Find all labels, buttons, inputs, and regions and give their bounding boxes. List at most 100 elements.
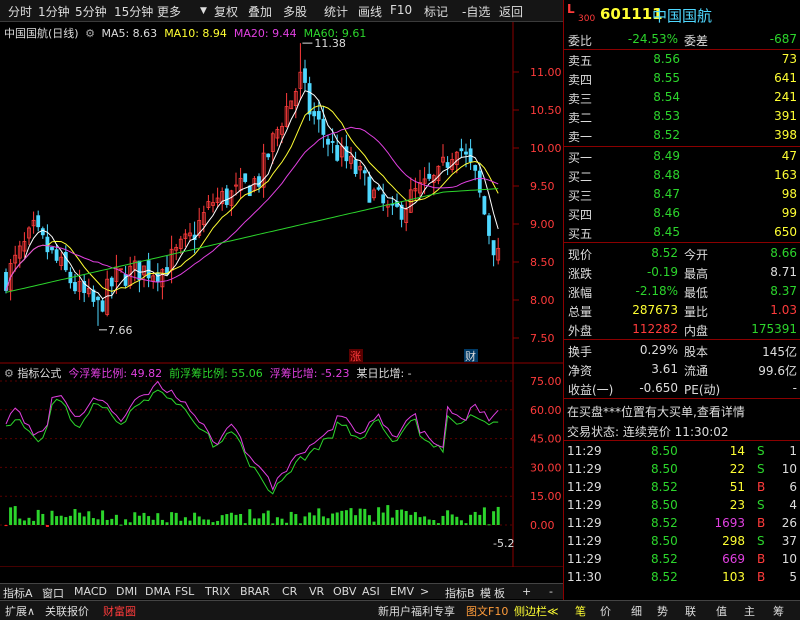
indicator-bar (119, 524, 123, 526)
toolbar-item[interactable]: 标记 (424, 3, 448, 20)
toolbar-item[interactable]: 多股 (283, 3, 307, 20)
toolbar-item[interactable]: F10 (390, 3, 412, 17)
candle-body (473, 165, 478, 171)
panel-tab[interactable]: 细 (631, 603, 642, 619)
extension-tab[interactable]: 财富圈 (103, 603, 136, 619)
tick-count: 1 (789, 444, 797, 458)
sell-level-row: 卖五 8.56 73 (564, 50, 800, 69)
indicator-tab[interactable]: + (522, 585, 531, 598)
indicator-tab[interactable]: DMA (145, 585, 171, 598)
stat-value: 112282 (632, 322, 678, 336)
price-axis-label: 9.50 (530, 180, 555, 193)
toolbar-item[interactable]: 15分钟 (114, 3, 153, 20)
indicator-tab[interactable]: 模 (480, 585, 491, 601)
indicator-bar (55, 516, 59, 525)
stat-label: 涨幅 (568, 286, 593, 300)
chart-area[interactable]: 11.00 10.50 10.00 9.50 9.00 8.50 8.00 7.50 75.00… (0, 22, 563, 567)
indicator-bar (110, 518, 114, 525)
indicator-bar (257, 518, 261, 525)
buy-price: 8.45 (653, 225, 680, 239)
indicator-bar (202, 519, 206, 525)
tick-count: 37 (781, 534, 797, 548)
extension-tab[interactable]: 扩展∧ (5, 603, 35, 619)
toolbar-item[interactable]: 复权 (214, 3, 238, 20)
indicator-tab[interactable]: 窗口 (42, 585, 64, 601)
indicator-tab[interactable]: 指标B (445, 585, 475, 601)
stock-header: L 300 601111 中国国航 (563, 0, 800, 30)
indicator-tab[interactable]: OBV (333, 585, 356, 598)
sidebar-toggle[interactable]: 侧边栏≪ (514, 603, 559, 619)
toolbar-item[interactable]: 叠加 (248, 3, 272, 20)
indicator-bar (308, 512, 312, 525)
panel-tab[interactable]: 值 (716, 603, 727, 619)
tick-side: S (757, 498, 765, 512)
indicator-tab[interactable]: DMI (116, 585, 137, 598)
promo-link[interactable]: 新用户福利专享 (378, 603, 455, 619)
indicator-axis-label: 60.00 (530, 404, 562, 417)
indicator-bar (487, 524, 491, 526)
indicator-bar (252, 518, 256, 525)
candle-body (367, 176, 372, 203)
indicator-bar (211, 522, 215, 525)
quote-stat-row: 外盘 112282 内盘 175391 (564, 320, 800, 339)
panel-tab[interactable]: 价 (600, 603, 611, 619)
candle-body (100, 300, 105, 312)
chart-legend: 中国国航(日线) ⚙ MA5: 8.63 MA10: 8.94 MA20: 9.… (4, 25, 366, 41)
toolbar-item[interactable]: 画线 (358, 3, 382, 20)
stat-value: - (792, 381, 797, 395)
indicator-bar (298, 523, 302, 525)
indicator-tab[interactable]: - (549, 585, 553, 598)
extension-tab[interactable]: 关联报价 (45, 603, 89, 619)
indicator-tab[interactable]: ASI (362, 585, 380, 598)
tick-volume: 669 (722, 552, 745, 566)
panel-tab[interactable]: 笔 (575, 603, 586, 619)
toolbar-item[interactable]: 分时 (8, 3, 32, 20)
sell-volume: 391 (774, 109, 797, 123)
tick-row: 11:29 8.50 14 S 1 (564, 442, 800, 461)
indicator-bar (133, 512, 137, 525)
toolbar-item[interactable]: 统计 (324, 3, 348, 20)
tick-volume: 14 (729, 444, 745, 458)
indicator-tab[interactable]: FSL (175, 585, 194, 598)
dropdown-icon[interactable]: ▼ (200, 6, 207, 16)
tick-count: 10 (781, 462, 797, 476)
indicator-bar (432, 520, 436, 525)
indicator-name[interactable]: 指标公式 (17, 367, 61, 380)
notice-row[interactable]: 在买盘***位置有大买单,查看详情 (564, 401, 800, 420)
divider (564, 339, 800, 340)
indicator-tab[interactable]: VR (309, 585, 324, 598)
indicator-tab[interactable]: CR (282, 585, 297, 598)
settings-icon[interactable]: ⚙ (85, 27, 95, 40)
buy-price: 8.47 (653, 187, 680, 201)
indicator-bar (262, 513, 266, 525)
candle-body (146, 260, 151, 279)
toolbar-item[interactable]: -自选 (462, 3, 490, 20)
indicator-tab[interactable]: BRAR (240, 585, 270, 598)
toolbar-item[interactable]: 5分钟 (75, 3, 107, 20)
indicator-tab[interactable]: 指标A (3, 585, 33, 601)
low-marker: 7.66 (108, 324, 133, 337)
panel-tab[interactable]: 主 (744, 603, 755, 619)
panel-tab[interactable]: 联 (685, 603, 696, 619)
settings-icon[interactable]: ⚙ (4, 367, 14, 380)
wei-bi-row: 委比 -24.53% 委差 -687 (564, 30, 800, 49)
indicator-tab[interactable]: MACD (74, 585, 107, 598)
buy-price: 8.49 (653, 149, 680, 163)
tick-volume: 103 (722, 570, 745, 584)
buy-level-label: 买三 (568, 189, 593, 203)
indicator-tab[interactable]: 板 (494, 585, 505, 601)
f10-link[interactable]: 图文F10 (466, 603, 508, 619)
toolbar-item[interactable]: 返回 (499, 3, 523, 20)
indicator-bar (216, 520, 220, 525)
toolbar-item[interactable]: 1分钟 (38, 3, 70, 20)
indicator-tab[interactable]: > (420, 585, 429, 598)
panel-tab[interactable]: 筹 (773, 603, 784, 619)
indicator-tab[interactable]: EMV (390, 585, 414, 598)
status-row: 交易状态: 连续竞价 11:30:02 (564, 421, 800, 440)
toolbar-item[interactable]: 更多 (157, 3, 181, 20)
indicator-bar (404, 511, 408, 525)
panel-tab[interactable]: 势 (657, 603, 668, 619)
kline-chart[interactable]: 11.00 10.50 10.00 9.50 9.00 8.50 8.00 7.50 75.00… (0, 22, 563, 567)
indicator-tab[interactable]: TRIX (205, 585, 230, 598)
indicator-bar (349, 508, 353, 525)
